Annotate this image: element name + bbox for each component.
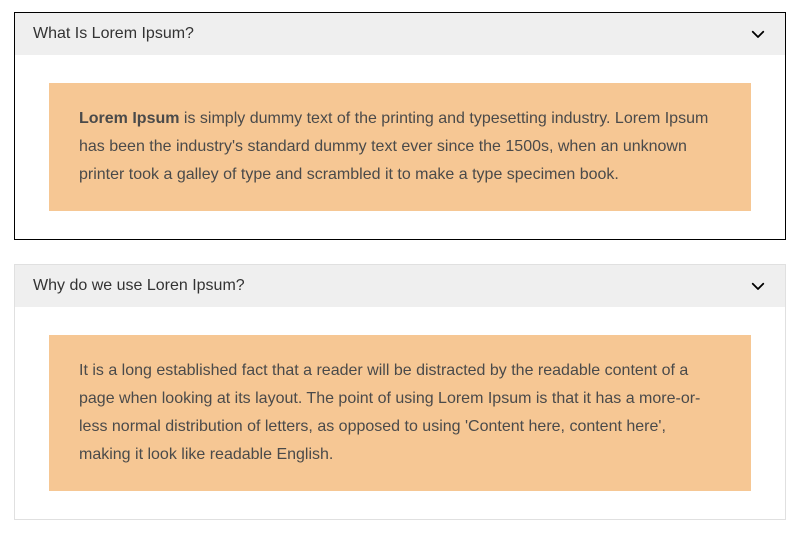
accordion-header[interactable]: Why do we use Loren Ipsum? [15,265,785,307]
accordion-header[interactable]: What Is Lorem Ipsum? [15,13,785,55]
accordion-title: Why do we use Loren Ipsum? [33,277,245,295]
accordion-lead-bold: Lorem Ipsum [79,110,179,127]
accordion-content-text: It is a long established fact that a rea… [49,335,751,491]
accordion-panel: Lorem Ipsum is simply dummy text of the … [15,55,785,239]
accordion-panel: It is a long established fact that a rea… [15,307,785,519]
chevron-down-icon [749,25,767,43]
accordion-item: What Is Lorem Ipsum? Lorem Ipsum is simp… [14,12,786,240]
accordion-item: Why do we use Loren Ipsum? It is a long … [14,264,786,520]
accordion-title: What Is Lorem Ipsum? [33,25,194,43]
accordion-content-text: Lorem Ipsum is simply dummy text of the … [49,83,751,211]
chevron-down-icon [749,277,767,295]
